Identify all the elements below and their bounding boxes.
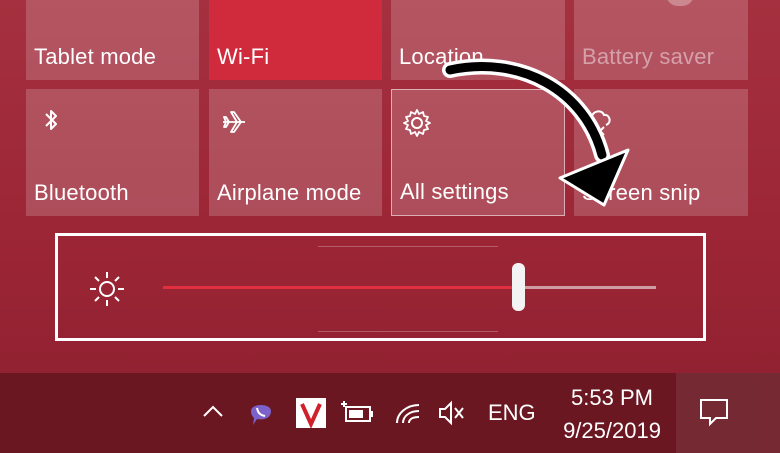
gear-icon <box>400 106 434 140</box>
tile-label: Airplane mode <box>217 180 362 205</box>
brightness-slider-fill <box>163 286 518 289</box>
screen-snip-icon <box>582 105 616 139</box>
tile-tablet-mode[interactable]: Tablet mode <box>26 0 199 80</box>
clock-time: 5:53 PM <box>571 385 653 410</box>
wifi-icon[interactable] <box>393 399 423 427</box>
tile-wifi[interactable]: Wi-Fi <box>209 0 382 80</box>
volume-muted-icon[interactable] <box>436 399 468 427</box>
notification-icon <box>698 397 730 427</box>
clock[interactable]: 5:53 PM 9/25/2019 <box>558 381 666 447</box>
clock-date: 9/25/2019 <box>563 418 661 443</box>
tile-label: Wi-Fi <box>217 44 270 69</box>
vivaldi-icon[interactable] <box>296 398 326 428</box>
brightness-icon <box>88 270 126 308</box>
tile-airplane-mode[interactable]: Airplane mode <box>209 89 382 216</box>
tile-label: Battery saver <box>582 44 715 69</box>
chevron-up-icon[interactable] <box>200 399 226 425</box>
tile-label: Screen snip <box>582 180 701 205</box>
brightness-slider-highlight <box>55 233 706 341</box>
divider <box>318 246 498 247</box>
taskbar: ENG 5:53 PM 9/25/2019 <box>0 373 780 453</box>
brightness-slider[interactable] <box>163 286 656 289</box>
tile-bluetooth[interactable]: Bluetooth <box>26 89 199 216</box>
tile-label: Tablet mode <box>34 44 157 69</box>
battery-saver-icon <box>666 0 694 6</box>
viber-icon[interactable] <box>245 397 277 429</box>
battery-icon[interactable] <box>340 399 376 427</box>
airplane-icon <box>217 105 251 139</box>
tile-screen-snip[interactable]: Screen snip <box>574 89 748 216</box>
bluetooth-icon <box>34 105 68 139</box>
tile-location[interactable]: Location <box>391 0 565 80</box>
tile-label: Bluetooth <box>34 180 129 205</box>
tile-label: Location <box>399 44 484 69</box>
action-center-button[interactable] <box>676 373 780 453</box>
tile-all-settings[interactable]: All settings <box>391 89 565 216</box>
tile-label: All settings <box>400 179 509 204</box>
brightness-slider-thumb[interactable] <box>512 263 525 311</box>
language-indicator[interactable]: ENG <box>488 400 536 426</box>
divider <box>318 331 498 332</box>
tile-battery-saver[interactable]: Battery saver <box>574 0 748 80</box>
